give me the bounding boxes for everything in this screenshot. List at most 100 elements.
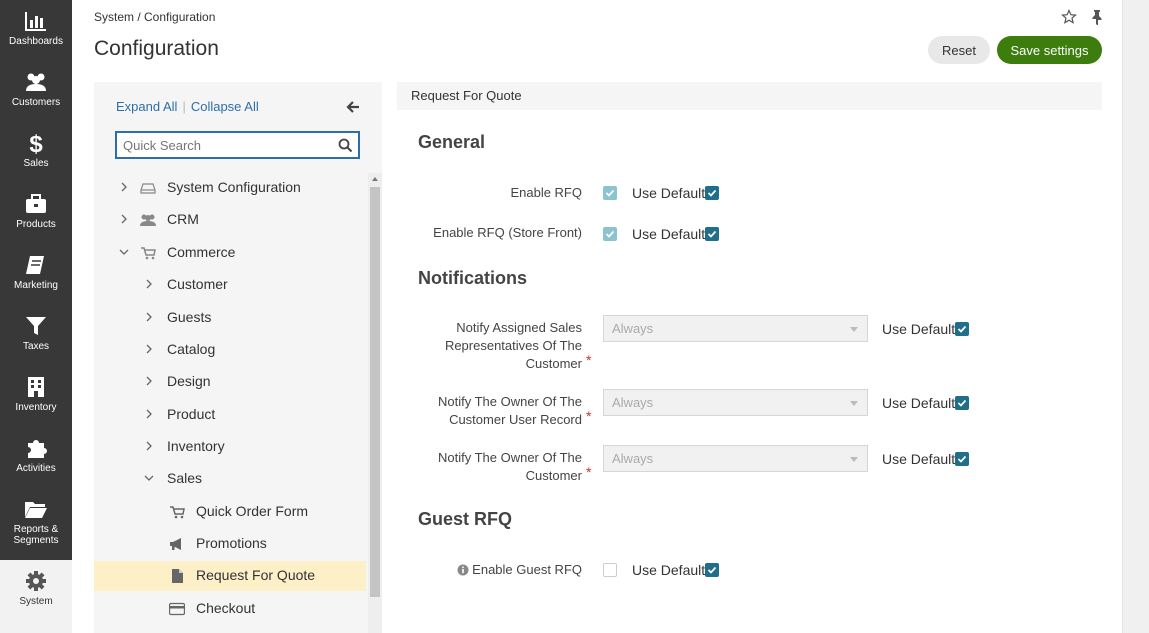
chevron-right-icon xyxy=(146,344,152,354)
server-icon xyxy=(140,183,156,194)
tree-item-label: Catalog xyxy=(167,341,216,357)
tree-item-guests[interactable]: Guests xyxy=(94,303,366,333)
nav-marketing[interactable]: Marketing xyxy=(0,244,72,305)
chevron-right-icon xyxy=(121,214,127,224)
info-icon[interactable] xyxy=(457,564,469,576)
notify-sales-reps-text: Notify Assigned Sales Representatives Of… xyxy=(444,320,582,371)
use-default-label: Use Default xyxy=(632,185,706,201)
chevron-down-icon xyxy=(144,475,154,481)
sales-icon: $ xyxy=(29,132,43,154)
tree-links: Expand All | Collapse All xyxy=(116,99,259,114)
enable-rfq-checkbox[interactable] xyxy=(603,186,617,200)
nav-dashboards[interactable]: Dashboards xyxy=(0,0,72,61)
tree-item-customer[interactable]: Customer xyxy=(94,270,366,300)
tree-item-request-for-quote[interactable]: Request For Quote xyxy=(94,561,366,591)
use-default-checkbox[interactable] xyxy=(955,396,969,410)
nav-label: Activities xyxy=(16,463,56,474)
use-default-label: Use Default xyxy=(882,321,956,337)
use-default-checkbox[interactable] xyxy=(705,563,719,577)
dashboards-icon xyxy=(25,12,46,31)
enable-guest-rfq-checkbox[interactable] xyxy=(603,563,617,577)
expand-all-link[interactable]: Expand All xyxy=(116,99,177,114)
tree-item-label: Quick Order Form xyxy=(196,503,309,519)
select-value: Always xyxy=(612,451,654,466)
required-marker: * xyxy=(586,408,592,424)
pin-icon[interactable] xyxy=(1090,9,1104,25)
nav-sales[interactable]: $ Sales xyxy=(0,122,72,183)
use-default-checkbox[interactable] xyxy=(705,186,719,200)
nav-label: Products xyxy=(16,219,56,230)
select-value: Always xyxy=(612,321,654,336)
chevron-right-icon xyxy=(146,409,152,419)
nav-inventory[interactable]: Inventory xyxy=(0,366,72,427)
arrow-left-icon[interactable] xyxy=(346,100,360,114)
tree-item-checkout[interactable]: Checkout xyxy=(94,594,366,624)
star-icon[interactable] xyxy=(1061,9,1077,25)
section-title: Request For Quote xyxy=(411,88,522,103)
chevron-right-icon xyxy=(146,441,152,451)
nav-label: Inventory xyxy=(15,402,57,413)
tree-scrollbar[interactable] xyxy=(368,173,382,633)
required-marker: * xyxy=(586,352,592,368)
nav-taxes[interactable]: Taxes xyxy=(0,305,72,366)
tree-item-label: Commerce xyxy=(167,244,236,260)
users-icon xyxy=(140,214,156,226)
collapse-all-link[interactable]: Collapse All xyxy=(191,99,259,114)
gear-icon xyxy=(26,571,46,591)
tree-item-label: CRM xyxy=(167,211,199,227)
tree-item-sales[interactable]: Sales xyxy=(94,464,366,494)
use-default-label: Use Default xyxy=(882,451,956,467)
required-marker: * xyxy=(586,464,592,480)
products-icon xyxy=(26,194,46,213)
nav-label: Taxes xyxy=(22,341,50,352)
nav-products[interactable]: Products xyxy=(0,183,72,244)
tree-item-catalog[interactable]: Catalog xyxy=(94,335,366,365)
tree-item-label: Checkout xyxy=(196,600,256,616)
chevron-right-icon xyxy=(121,182,127,192)
use-default-checkbox[interactable] xyxy=(705,227,719,241)
breadcrumb: System / Configuration xyxy=(94,10,216,24)
chevron-right-icon xyxy=(146,376,152,386)
tree-item-commerce[interactable]: Commerce xyxy=(94,238,366,268)
tree-item-product[interactable]: Product xyxy=(94,400,366,430)
tree-item-system-configuration[interactable]: System Configuration xyxy=(94,173,366,203)
tree-item-label: Product xyxy=(167,406,216,422)
save-settings-button[interactable]: Save settings xyxy=(997,36,1102,64)
use-default-label: Use Default xyxy=(632,226,706,242)
notify-owner-customer-select[interactable]: Always xyxy=(603,445,868,472)
tree-item-label: Guests xyxy=(167,309,212,325)
notify-sales-reps-select[interactable]: Always xyxy=(603,315,868,342)
use-default-label: Use Default xyxy=(632,562,706,578)
nav-activities[interactable]: Activities xyxy=(0,427,72,488)
notify-owner-user-select[interactable]: Always xyxy=(603,389,868,416)
notify-owner-customer-text: Notify The Owner Of The Customer xyxy=(437,450,582,483)
quick-search xyxy=(115,131,360,159)
tree-item-label: Customer xyxy=(167,276,228,292)
notify-sales-reps-label: Notify Assigned Sales Representatives Of… xyxy=(430,319,582,373)
tree-item-inventory[interactable]: Inventory xyxy=(94,432,366,462)
reset-button[interactable]: Reset xyxy=(928,36,990,64)
nav-customers[interactable]: Customers xyxy=(0,61,72,122)
nav-label: Customers xyxy=(11,97,61,108)
tree-item-quick-order-form[interactable]: Quick Order Form xyxy=(94,497,366,527)
search-input[interactable] xyxy=(123,136,328,155)
nav-label: Reports & Segments xyxy=(13,524,59,546)
enable-rfq-store-label: Enable RFQ (Store Front) xyxy=(433,225,582,240)
main-nav: Dashboards Customers $ Sales Products Ma… xyxy=(0,0,72,633)
nav-reports[interactable]: Reports & Segments xyxy=(0,488,72,549)
tree-item-crm[interactable]: CRM xyxy=(94,205,366,235)
use-default-checkbox[interactable] xyxy=(955,452,969,466)
enable-rfq-store-checkbox[interactable] xyxy=(603,227,617,241)
customers-icon xyxy=(26,73,46,91)
nav-label: System xyxy=(19,596,53,607)
page-scrollbar[interactable] xyxy=(1122,0,1149,633)
page-title: Configuration xyxy=(94,37,219,60)
tree-item-promotions[interactable]: Promotions xyxy=(94,529,366,559)
nav-system[interactable]: System xyxy=(0,560,72,633)
guest-rfq-heading: Guest RFQ xyxy=(418,509,513,529)
use-default-checkbox[interactable] xyxy=(955,322,969,336)
search-icon[interactable] xyxy=(338,138,353,153)
tree-item-label: System Configuration xyxy=(167,179,301,195)
chevron-down-icon xyxy=(119,249,129,255)
tree-item-design[interactable]: Design xyxy=(94,367,366,397)
